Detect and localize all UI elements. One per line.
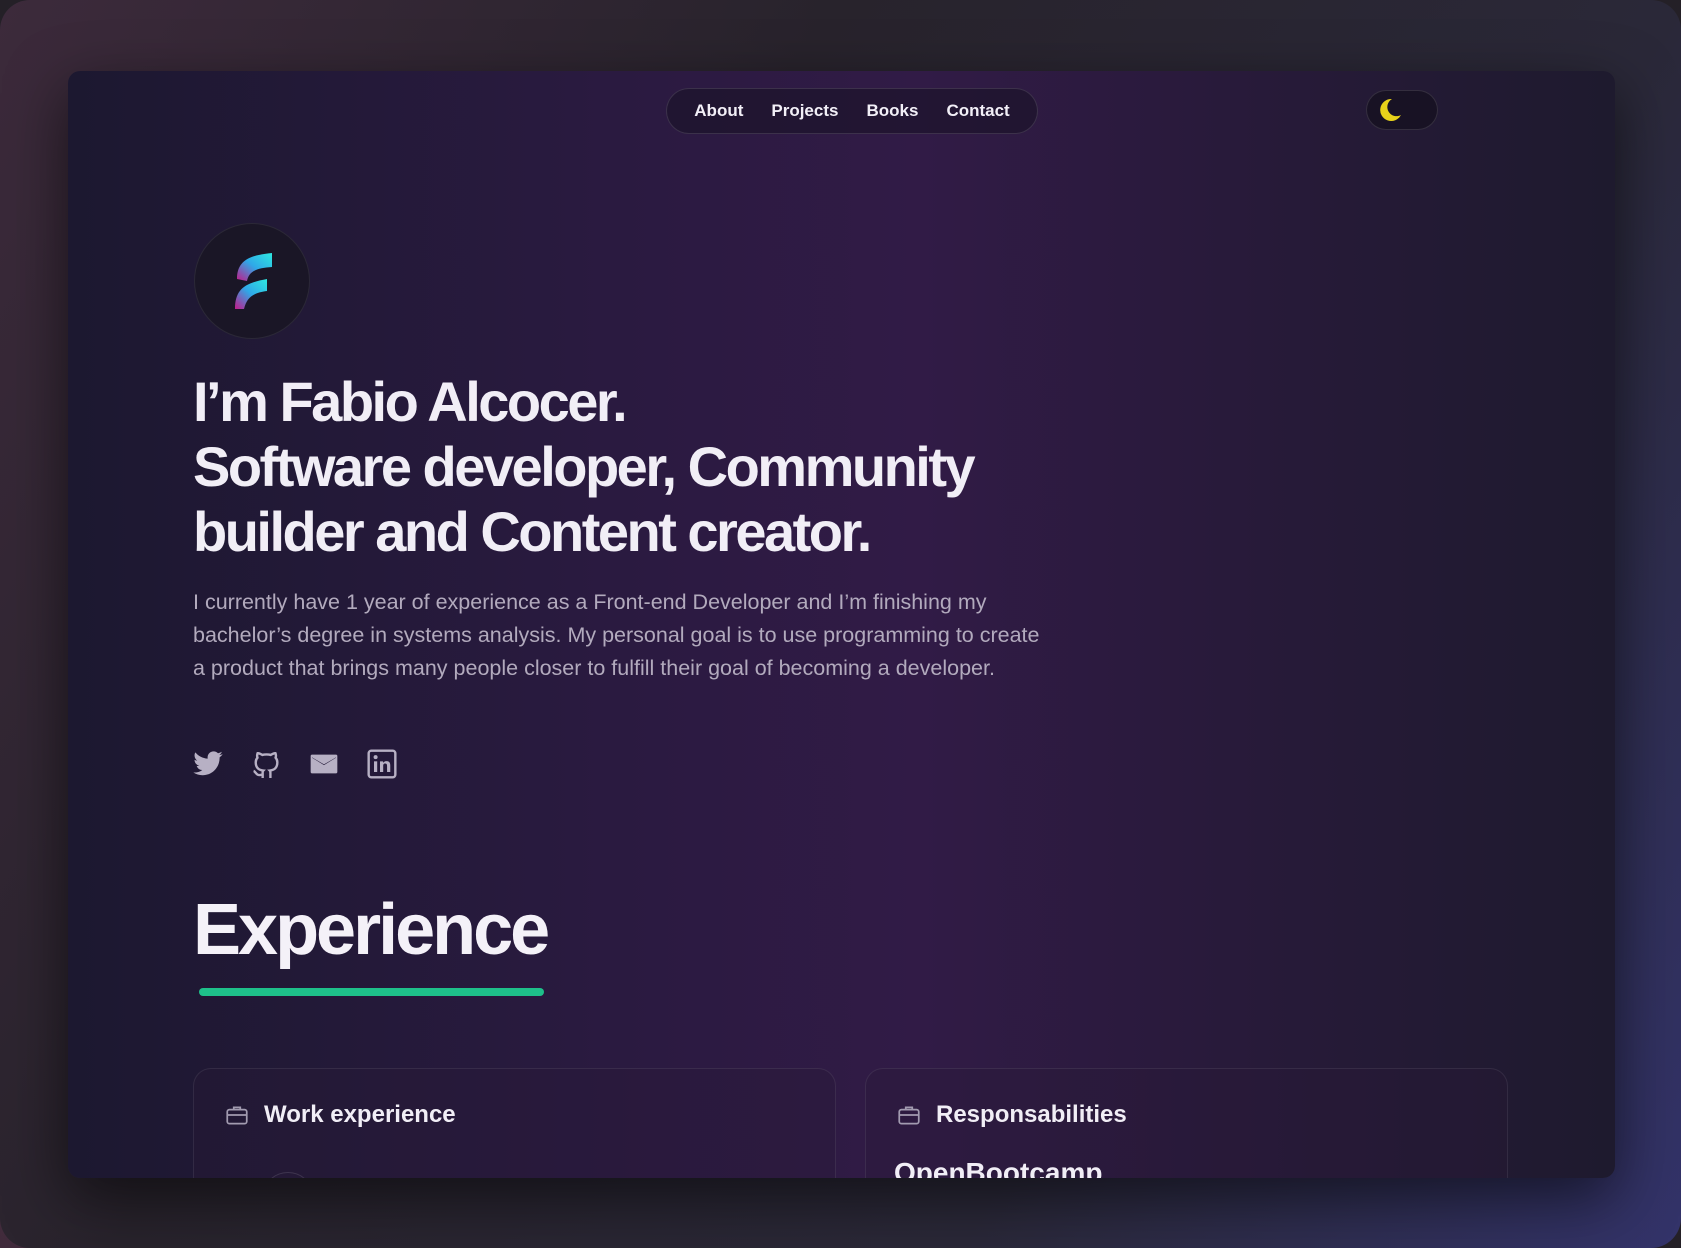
company-logo — [262, 1172, 314, 1178]
card-header: Work experience — [224, 1101, 456, 1129]
card-header: Responsabilities — [896, 1101, 1127, 1129]
logo-f-icon — [235, 253, 272, 309]
twitter-icon[interactable] — [192, 748, 224, 780]
hero-bio: I currently have 1 year of experience as… — [193, 590, 1040, 680]
headline-line-3: builder and Content creator. — [193, 500, 872, 563]
moon-icon — [1380, 98, 1401, 121]
avatar — [194, 223, 310, 339]
experience-title: Experience — [193, 890, 550, 970]
linkedin-icon[interactable] — [366, 748, 398, 780]
headline-line-1: I’m Fabio Alcocer. — [193, 370, 628, 433]
responsabilities-card: Responsabilities OpenBootcamp — [865, 1068, 1508, 1178]
work-experience-card: Work experience — [193, 1068, 836, 1178]
theme-toggle[interactable] — [1366, 90, 1438, 130]
browser-window: About Projects Books Contact I’m Fabio A… — [68, 71, 1615, 1178]
briefcase-icon — [226, 1106, 248, 1125]
company-name: OpenBootcamp — [894, 1157, 1103, 1178]
desktop-background: About Projects Books Contact I’m Fabio A… — [0, 0, 1681, 1248]
card-title: Work experience — [264, 1101, 456, 1128]
nav-link-about[interactable]: About — [694, 101, 743, 121]
nav-link-projects[interactable]: Projects — [771, 101, 838, 121]
social-links — [192, 748, 398, 780]
card-title: Responsabilities — [936, 1101, 1127, 1128]
headline-line-2: Software developer, Community — [193, 435, 976, 498]
github-icon[interactable] — [250, 748, 282, 780]
nav-link-contact[interactable]: Contact — [946, 101, 1009, 121]
nav-link-books[interactable]: Books — [866, 101, 918, 121]
title-underline — [199, 988, 544, 996]
briefcase-icon — [898, 1106, 920, 1125]
top-nav: About Projects Books Contact — [666, 88, 1038, 134]
hero-headline: I’m Fabio Alcocer. Software developer, C… — [193, 369, 1093, 564]
mail-icon[interactable] — [308, 748, 340, 780]
